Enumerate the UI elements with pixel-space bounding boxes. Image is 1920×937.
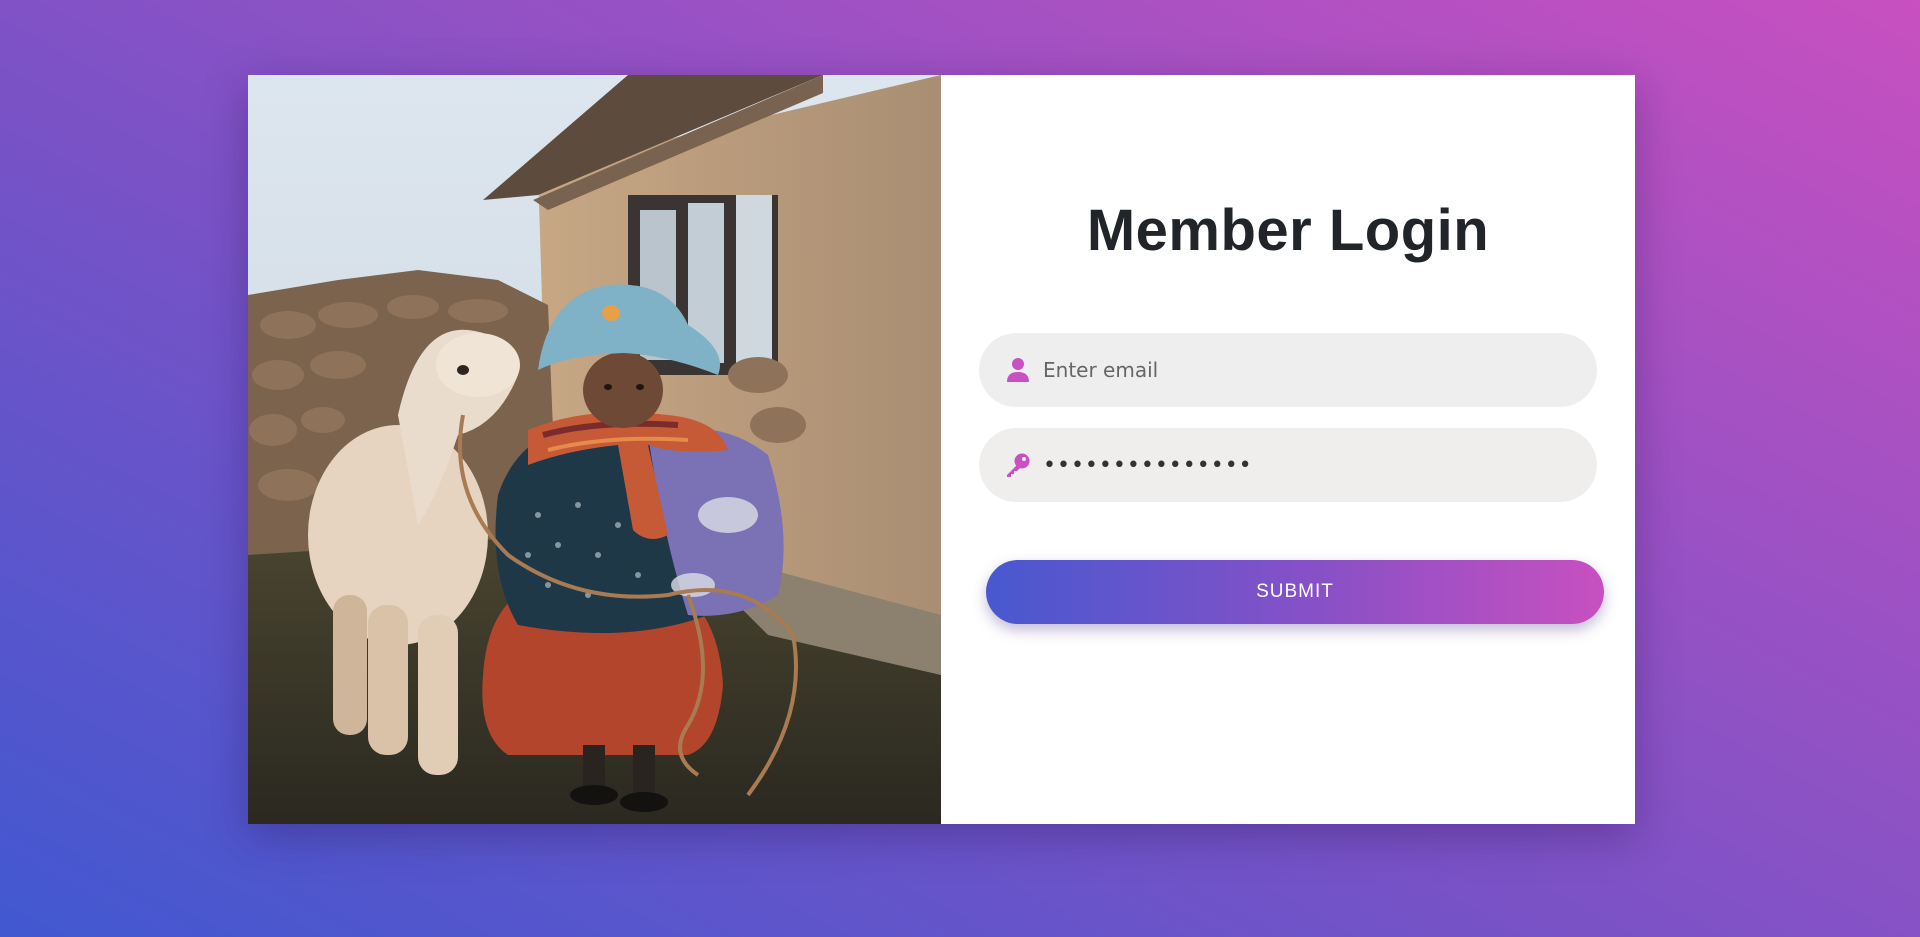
password-field-container[interactable] xyxy=(979,428,1597,502)
girl-with-alpaca-image xyxy=(248,75,941,824)
page-title: Member Login xyxy=(1086,198,1490,263)
login-card: Member Login SUBMIT xyxy=(248,75,1635,824)
key-icon xyxy=(1005,452,1031,478)
user-icon xyxy=(1005,357,1031,383)
password-field[interactable] xyxy=(1043,445,1563,485)
email-field-container[interactable] xyxy=(979,333,1597,407)
email-field[interactable] xyxy=(1043,350,1563,390)
hero-photo xyxy=(248,75,941,824)
submit-button[interactable]: SUBMIT xyxy=(986,560,1604,624)
login-form: Member Login SUBMIT xyxy=(941,75,1635,824)
